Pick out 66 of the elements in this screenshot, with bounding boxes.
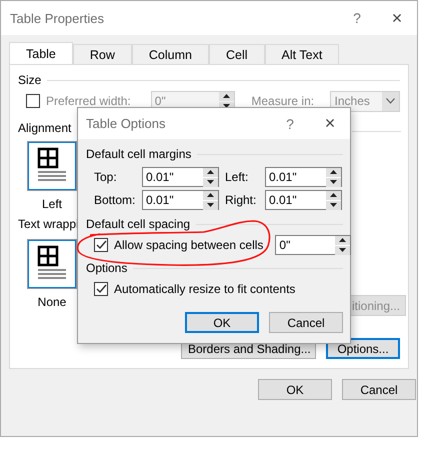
field-label: Top: [94,170,118,184]
down-arrow-icon [207,203,214,207]
spin-up-button[interactable] [335,236,350,244]
tab[interactable]: Alt Text [264,44,340,64]
dialog-button[interactable]: Options... [326,338,400,359]
alignment-option[interactable] [27,141,77,191]
spin-up-button[interactable] [218,92,234,100]
section-heading: Default cell spacing [86,217,190,231]
section-heading: Options [86,261,128,275]
ok-button[interactable]: OK [258,379,332,400]
close-button[interactable]: × [377,8,417,28]
spin-down-button[interactable] [326,178,341,186]
spin-down-button[interactable] [335,246,350,254]
section-heading: Size [18,73,42,87]
checkbox[interactable] [94,282,108,296]
option-label: None [38,295,66,309]
chevron-down-icon [386,98,395,104]
cancel-button[interactable]: Cancel [269,312,343,333]
dialog-title: Table Options [86,116,166,131]
number-field[interactable]: 0.01" [265,190,342,210]
field-label: Bottom: [94,193,136,207]
tab[interactable]: Column [132,44,209,64]
down-arrow-icon [330,203,337,207]
checkbox-label: Automatically resize to fit contents [114,282,296,296]
window-title: Table Properties [10,10,105,26]
down-arrow-icon [207,180,214,184]
close-button[interactable]: × [310,113,350,134]
number-field[interactable]: 0.01" [142,167,219,187]
ok-button[interactable]: OK [185,312,259,333]
up-arrow-icon [222,94,230,98]
number-field[interactable]: 0.01" [142,190,219,210]
tab[interactable]: Table [9,42,73,65]
tab[interactable]: Cell [208,44,265,64]
number-field[interactable]: 0" [275,235,352,255]
checkbox[interactable] [94,238,108,252]
checkmark-icon [96,284,106,294]
down-arrow-icon [222,104,230,108]
field-label: Left: [225,170,250,184]
tab[interactable]: Row [72,44,132,64]
field-label: Right: [225,193,258,207]
down-arrow-icon [330,180,337,184]
wrapping-option[interactable] [27,239,77,289]
spin-up-button[interactable] [203,168,218,176]
number-field[interactable]: 0.01" [265,167,342,187]
help-button[interactable]: ? [337,10,377,26]
help-button[interactable]: ? [270,116,310,132]
section-heading: Alignment [18,121,72,135]
up-arrow-icon [330,170,337,174]
up-arrow-icon [207,193,214,197]
spin-down-button[interactable] [203,178,218,186]
spin-down-button[interactable] [326,200,341,210]
spin-up-button[interactable] [326,168,341,176]
up-arrow-icon [339,238,346,242]
cancel-button[interactable]: Cancel [342,379,416,400]
section-heading: Default cell margins [86,147,192,161]
up-arrow-icon [330,193,337,197]
spin-up-button[interactable] [326,190,341,200]
down-arrow-icon [339,248,346,252]
checkbox-label: Preferred width: [46,94,131,108]
option-label: Left [42,197,62,211]
spin-up-button[interactable] [203,190,218,200]
up-arrow-icon [207,170,214,174]
checkbox-label: Allow spacing between cells [114,238,264,252]
spin-down-button[interactable] [203,200,218,210]
checkmark-icon [96,240,106,250]
field-label: Measure in: [251,94,314,108]
